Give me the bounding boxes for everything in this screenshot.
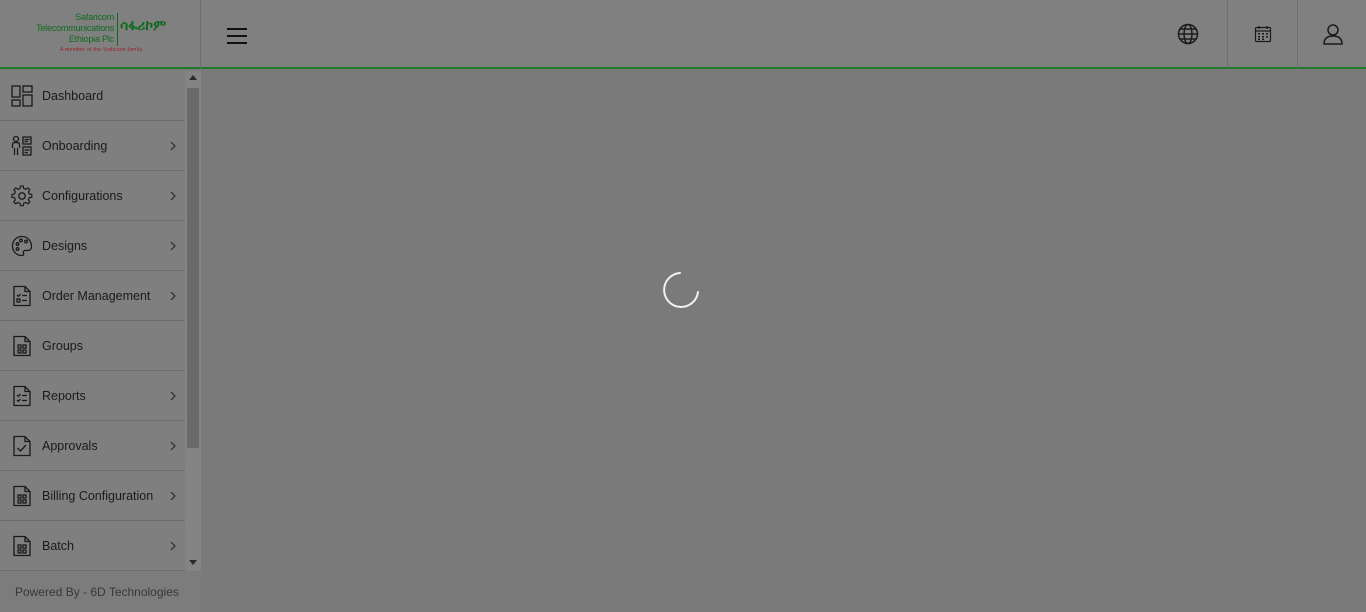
sidebar-item-label: Designs [42, 238, 88, 253]
sidebar-item-order-management[interactable]: Order Management [0, 271, 185, 321]
sidebar-item-billing-configuration[interactable]: Billing Configuration [0, 471, 185, 521]
loading-spinner-icon [663, 272, 699, 308]
main-content-loading-overlay [201, 71, 1366, 612]
sidebar-item-onboarding[interactable]: Onboarding [0, 121, 185, 171]
sidebar-item-label: Batch [42, 538, 74, 553]
sidebar-item-batch[interactable]: Batch [0, 521, 185, 571]
language-button[interactable] [1153, 0, 1223, 68]
chevron-right-icon [170, 491, 176, 500]
sidebar-item-dashboard[interactable]: Dashboard [0, 71, 185, 121]
sidebar-item-label: Reports [42, 388, 86, 403]
user-icon [1322, 24, 1343, 45]
chevron-right-icon [170, 541, 176, 550]
logo-company-name: Safaricom Telecommunications Ethiopia Pl… [36, 12, 114, 44]
sidebar-item-approvals[interactable]: Approvals [0, 421, 185, 471]
order-document-icon [11, 285, 33, 307]
powered-by-text: Powered By - 6D Technologies [15, 585, 179, 599]
sidebar-scrollbar[interactable] [185, 71, 201, 571]
chevron-right-icon [170, 291, 176, 300]
brand-logo[interactable]: Safaricom Telecommunications Ethiopia Pl… [0, 0, 201, 68]
sidebar-item-reports[interactable]: Reports [0, 371, 185, 421]
sidebar-item-label: Dashboard [42, 88, 104, 103]
onboarding-icon [11, 135, 33, 157]
report-document-icon [11, 385, 33, 407]
top-header: Safaricom Telecommunications Ethiopia Pl… [0, 0, 1366, 69]
user-profile-button[interactable] [1297, 0, 1366, 68]
approval-check-icon [11, 435, 33, 457]
sidebar-item-designs[interactable]: Designs [0, 221, 185, 271]
billing-document-icon [11, 485, 33, 507]
logo-tagline: A member of the Vodacom family [60, 47, 143, 53]
sidebar-item-configurations[interactable]: Configurations [0, 171, 185, 221]
scroll-up-arrow-icon[interactable] [189, 75, 197, 80]
hamburger-icon[interactable] [227, 28, 247, 45]
chevron-right-icon [170, 241, 176, 250]
sidebar-item-label: Onboarding [42, 138, 108, 153]
dashboard-icon [11, 84, 33, 107]
sidebar-item-label: Configurations [42, 188, 123, 203]
sidebar-item-label: Approvals [42, 438, 98, 453]
chevron-right-icon [170, 441, 176, 450]
logo-divider [117, 13, 118, 46]
sidebar-footer: Powered By - 6D Technologies [0, 571, 201, 612]
sidebar-item-label: Billing Configuration [42, 488, 154, 503]
calendar-button[interactable] [1227, 0, 1297, 68]
groups-document-icon [11, 335, 33, 357]
palette-icon [11, 235, 33, 257]
sidebar-item-label: Order Management [42, 288, 151, 303]
globe-icon [1177, 23, 1199, 45]
scrollbar-thumb[interactable] [187, 88, 199, 448]
sidebar-item-groups[interactable]: Groups [0, 321, 185, 371]
gear-icon [11, 184, 33, 207]
logo-amharic-name: ሳፋሪኮም [120, 17, 167, 33]
chevron-right-icon [170, 391, 176, 400]
sidebar-nav: Dashboard Onboarding Configurations Desi… [0, 71, 185, 571]
calendar-icon [1254, 26, 1271, 43]
sidebar-item-label: Groups [42, 338, 83, 353]
chevron-right-icon [170, 191, 176, 200]
scroll-down-arrow-icon[interactable] [189, 560, 197, 565]
batch-document-icon [11, 535, 33, 557]
chevron-right-icon [170, 141, 176, 150]
